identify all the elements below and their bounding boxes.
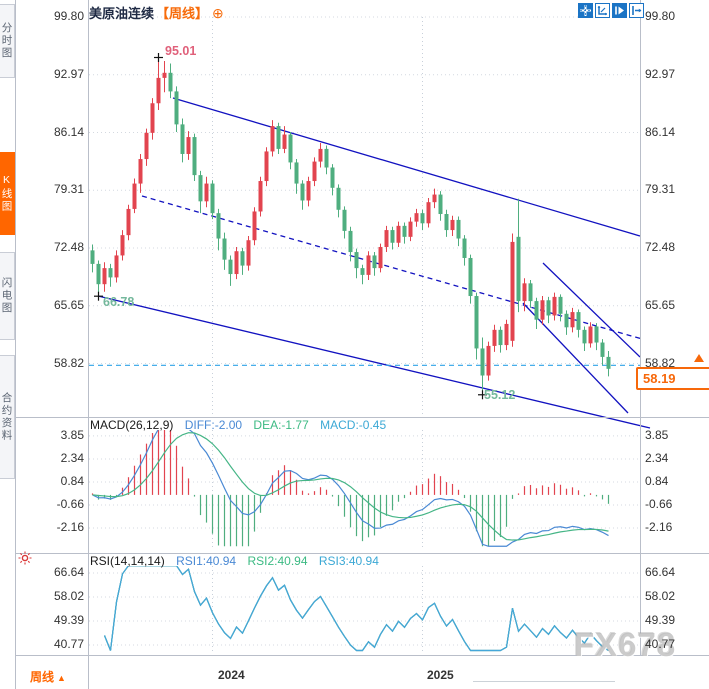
sidebar-tab-time-chart[interactable]: 分时图 — [0, 4, 15, 78]
chart-toolbar — [578, 3, 644, 18]
high-price-annotation: 95.01 — [165, 44, 196, 58]
candles — [91, 58, 611, 395]
y-axis-label: 66.64 — [12, 565, 84, 579]
macd-title: MACD(26,12,9) — [90, 418, 173, 432]
y-axis-label: 3.85 — [645, 428, 705, 442]
sidebar: 分时图 K线图 闪电图 合约资料 — [0, 0, 16, 689]
sidebar-tab-contract-info[interactable]: 合约资料 — [0, 355, 15, 479]
y-axis-label: 86.14 — [645, 125, 705, 139]
y-axis-label: 0.84 — [645, 474, 705, 488]
rsi3-line — [105, 566, 609, 651]
play-forward-icon[interactable] — [612, 3, 627, 18]
y-axis-label: -2.16 — [645, 520, 705, 534]
trendline[interactable] — [173, 98, 640, 236]
y-axis-label: 79.31 — [645, 182, 705, 196]
y-axis-label: 58.02 — [645, 589, 705, 603]
y-axis-label: 3.85 — [12, 428, 84, 442]
y-axis-label: 58.02 — [12, 589, 84, 603]
y-axis-label: -2.16 — [12, 520, 84, 534]
instrument-name: 美原油连续 — [89, 6, 154, 21]
chart-app: FX678 分时图 K线图 闪电图 合约资料 美原油连续【周线】⊕ — [0, 0, 709, 689]
period-selector-label: 周线 — [30, 670, 54, 684]
sidebar-tab-kline-chart[interactable]: K线图 — [0, 152, 15, 235]
y-axis-label: 40.77 — [645, 637, 705, 651]
rsi1-value: RSI1:40.94 — [176, 554, 236, 568]
y-axis-label: 2.34 — [645, 451, 705, 465]
rsi2-line — [105, 566, 609, 651]
last-price-box: 58.19 — [636, 367, 709, 390]
year-label-2024: 2024 — [218, 668, 245, 682]
y-axis-label: 40.77 — [12, 637, 84, 651]
y-axis-label: 92.97 — [12, 67, 84, 81]
y-axis-label: 49.39 — [12, 613, 84, 627]
rsi-panel-plot — [105, 566, 609, 651]
y-axis-label: 72.48 — [645, 240, 705, 254]
rsi2-value: RSI2:40.94 — [247, 554, 307, 568]
sidebar-tab-label: 闪电图 — [0, 277, 15, 315]
main-low-annotation: 55.12 — [484, 388, 515, 402]
y-axis-label: 72.48 — [12, 240, 84, 254]
pan-crosshair-icon[interactable] — [578, 3, 593, 18]
left-low-annotation: 66.78 — [103, 295, 134, 309]
y-axis-label: 58.82 — [12, 356, 84, 370]
axis-scale-icon[interactable] — [595, 3, 610, 18]
macd-macd-value: MACD:-0.45 — [320, 418, 386, 432]
y-axis-label: 92.97 — [645, 67, 705, 81]
rsi-title: RSI(14,14,14) — [90, 554, 165, 568]
y-axis-label: 49.39 — [645, 613, 705, 627]
y-axis-label: 86.14 — [12, 125, 84, 139]
sidebar-tab-label: 合约资料 — [0, 392, 15, 442]
sidebar-tab-label: K线图 — [0, 174, 15, 213]
y-axis-label: 65.65 — [12, 298, 84, 312]
sidebar-tab-lightning-chart[interactable]: 闪电图 — [0, 252, 15, 340]
y-axis-label: 2.34 — [12, 451, 84, 465]
y-axis-label: 58.82 — [645, 356, 705, 370]
y-axis-label: -0.66 — [645, 497, 705, 511]
add-indicator-icon[interactable]: ⊕ — [212, 5, 224, 21]
chart-title: 美原油连续【周线】 ⊕ — [89, 3, 224, 22]
y-axis-label: 0.84 — [12, 474, 84, 488]
period-selector[interactable]: 周线▲ — [30, 668, 66, 685]
period-tag: 【周线】 — [156, 6, 208, 21]
y-axis-label: 99.80 — [645, 9, 705, 23]
macd-header: MACD(26,12,9) DIFF:-2.00 DEA:-1.77 MACD:… — [90, 418, 386, 432]
macd-dea-value: DEA:-1.77 — [253, 418, 308, 432]
chevron-up-icon: ▲ — [57, 673, 66, 683]
year-label-2025: 2025 — [427, 668, 454, 682]
exit-restore-icon[interactable] — [629, 3, 644, 18]
y-axis-label: -0.66 — [12, 497, 84, 511]
macd-panel-plot — [93, 429, 609, 546]
y-axis-label: 79.31 — [12, 182, 84, 196]
rsi-header: RSI(14,14,14) RSI1:40.94 RSI2:40.94 RSI3… — [90, 554, 379, 568]
rsi1-line — [105, 566, 609, 651]
y-axis-label: 65.65 — [645, 298, 705, 312]
macd-diff-value: DIFF:-2.00 — [185, 418, 242, 432]
y-axis-label: 99.80 — [12, 9, 84, 23]
chart-canvas[interactable] — [0, 0, 709, 689]
sidebar-tab-label: 分时图 — [0, 22, 15, 60]
rsi3-value: RSI3:40.94 — [319, 554, 379, 568]
y-axis-label: 66.64 — [645, 565, 705, 579]
